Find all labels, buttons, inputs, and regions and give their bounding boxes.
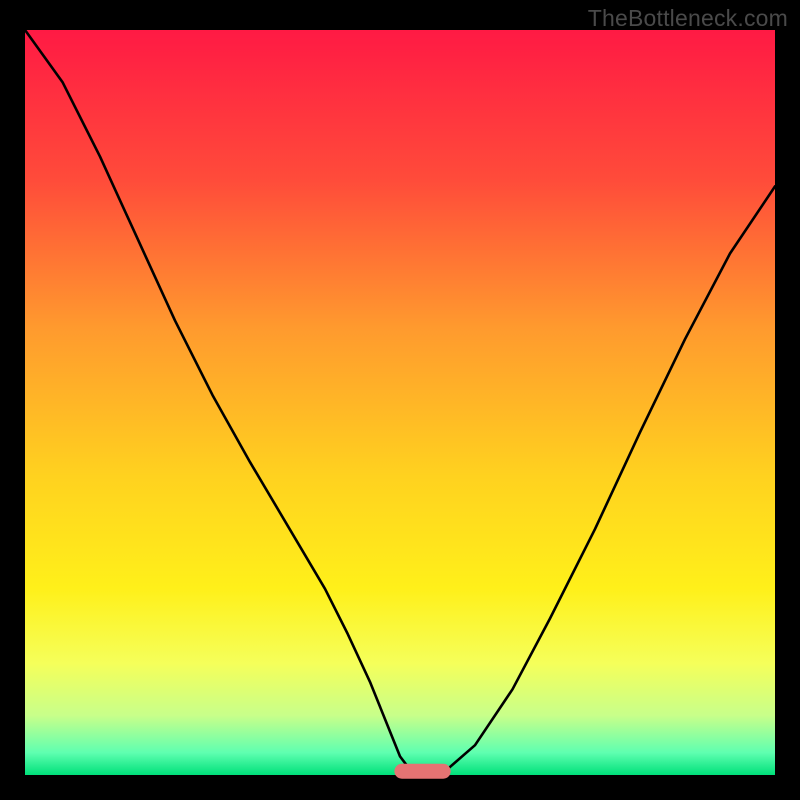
gradient-background <box>25 30 775 775</box>
optimal-range-marker <box>394 764 450 779</box>
chart-frame: TheBottleneck.com <box>0 0 800 800</box>
bottleneck-chart <box>0 0 800 800</box>
